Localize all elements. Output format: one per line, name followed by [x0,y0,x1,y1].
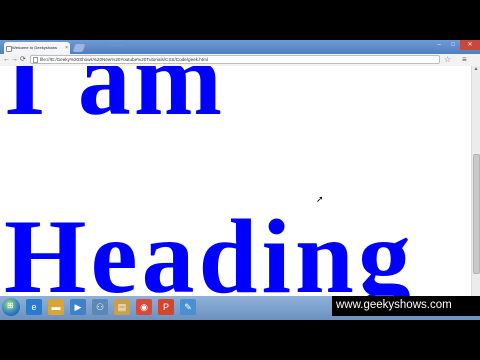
address-bar[interactable]: file:///E:/Geeky%20Shows%20New%20Youtube… [30,55,440,64]
maximize-button[interactable]: □ [446,40,460,50]
bookmark-star-icon[interactable]: ☆ [444,54,451,65]
menu-icon[interactable]: ≡ [462,54,467,65]
network-icon[interactable]: ⚇ [92,299,108,315]
tab-close-icon[interactable]: × [65,42,68,54]
page-favicon-icon [6,46,12,52]
minimize-button[interactable]: – [432,40,446,50]
forward-button[interactable]: → [11,55,18,65]
ie-icon[interactable]: e [26,299,42,315]
close-window-button[interactable]: ✕ [460,40,480,50]
screen: Welcome to Geekyshows × · · · · · · · – … [0,40,480,320]
heading-line-1: I am [4,66,226,137]
windows-logo-icon: ⊞ [7,301,14,310]
page-icon [33,57,38,63]
chrome-icon[interactable]: ◉ [136,299,152,315]
heading-line-2: Heading [4,198,415,312]
folder-icon[interactable]: ▬ [48,299,64,315]
tab-title: Welcome to Geekyshows [12,45,58,50]
watermark-text: www.geekyshows.com [336,299,452,311]
paint-icon[interactable]: ✎ [180,299,196,315]
reload-button[interactable]: ⟳ [20,55,26,65]
media-player-icon[interactable]: ▶ [70,299,86,315]
back-button[interactable]: ← [3,55,10,65]
mouse-pointer-icon: ➚ [316,194,324,204]
powerpoint-icon[interactable]: P [158,299,174,315]
url-text: file:///E:/Geeky%20Shows%20New%20Youtube… [40,57,208,62]
page-content: I am Heading ➚ [0,66,472,312]
scroll-thumb[interactable] [473,154,480,274]
start-button[interactable]: ⊞ [2,298,20,316]
file-explorer-icon[interactable]: ▤ [114,299,130,315]
scroll-up-icon[interactable]: ▲ [473,66,479,72]
browser-tab[interactable]: Welcome to Geekyshows × [4,42,70,54]
tab-strip: Welcome to Geekyshows × · · · · · · · – … [0,40,480,54]
window-controls: – □ ✕ [432,40,480,50]
new-tab-button[interactable] [72,44,86,52]
blurred-tabs: · · · · · · · [110,44,124,48]
vertical-scrollbar[interactable]: ▲ ▼ [471,66,480,312]
